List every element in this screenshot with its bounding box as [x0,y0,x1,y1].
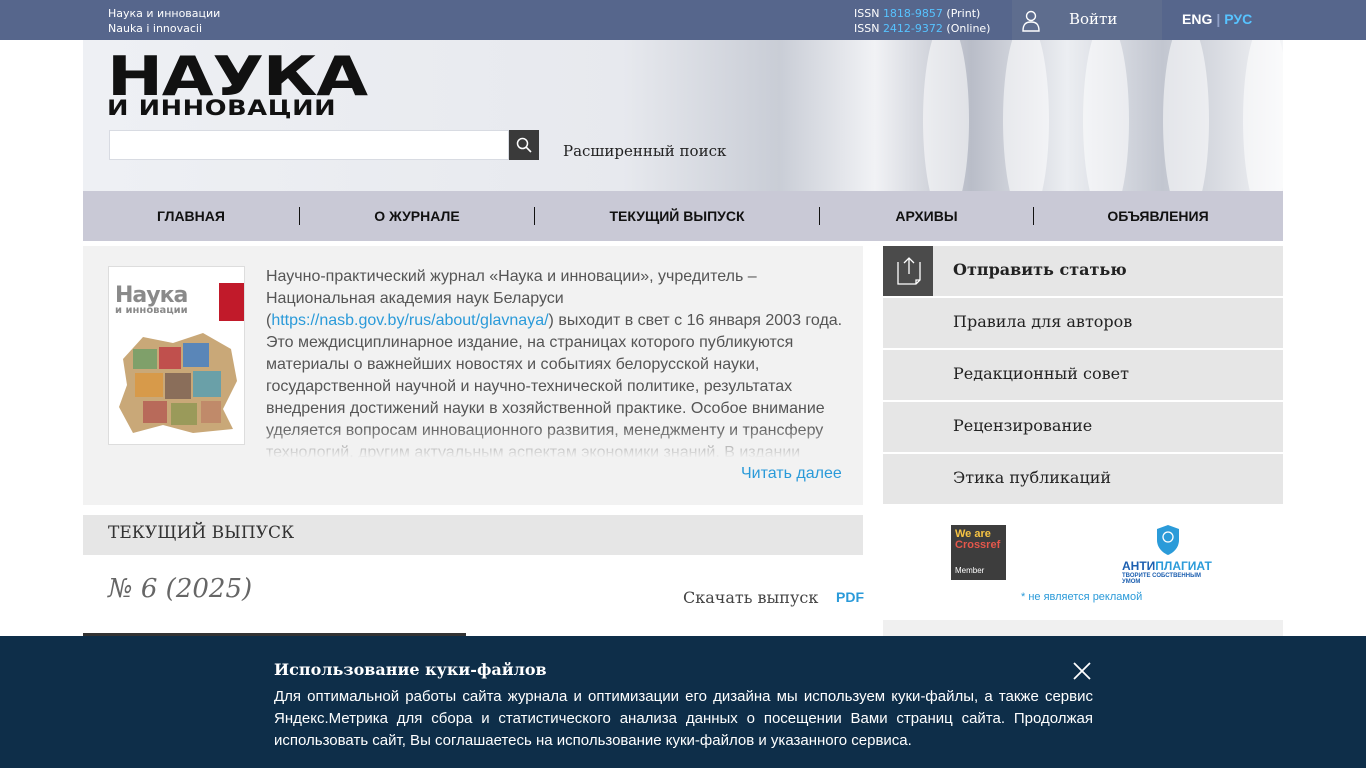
sidebar-item-label: Правила для авторов [953,312,1133,331]
current-issue-heading: ТЕКУЩИЙ ВЫПУСК [108,523,295,543]
antiplagiat-name-part1: АНТИ [1122,559,1156,573]
login-button[interactable]: Войти [1012,0,1162,40]
search-input[interactable] [109,130,509,160]
read-more-link[interactable]: Читать далее [741,465,842,483]
site-logo[interactable]: НАУКА И ИННОВАЦИИ [107,50,368,119]
journal-name-ru: Наука и инновации [108,7,221,20]
antiplagiat-name-part2: ПЛАГИАТ [1155,559,1212,573]
cover-map-illustration [119,333,237,433]
main-nav: ГЛАВНАЯ О ЖУРНАЛЕ ТЕКУЩИЙ ВЫПУСК АРХИВЫ … [83,191,1283,241]
login-label: Войти [1069,10,1118,28]
user-icon [1022,10,1040,32]
issn-print-type: (Print) [946,7,981,20]
lang-separator: | [1216,11,1221,27]
search-icon [516,137,532,153]
close-icon[interactable] [1071,660,1093,682]
sidebar-item-publication-ethics[interactable]: Этика публикаций [883,454,1283,504]
antiplagiat-name: АНТИПЛАГИАТ [1122,559,1212,573]
crossref-member-badge[interactable]: We are Crossref Member [951,525,1006,580]
issn-online-link[interactable]: 2412-9372 [883,22,943,35]
sidebar-item-label: Отправить статью [953,260,1127,279]
logo-title: НАУКА [107,45,368,108]
not-advertising-note: * не является рекламой [1021,591,1143,603]
issn-online-label: ISSN [854,22,880,35]
advanced-search-link[interactable]: Расширенный поиск [563,142,726,160]
logo-subtitle: И ИННОВАЦИИ [107,96,337,120]
sidebar-item-author-guidelines[interactable]: Правила для авторов [883,298,1283,348]
cover-subtitle: и инновации [115,305,188,316]
lang-eng-link[interactable]: ENG [1182,11,1212,27]
sidebar-item-peer-review[interactable]: Рецензирование [883,402,1283,452]
sidebar-item-submit-article[interactable]: Отправить статью [883,246,1283,296]
nav-item-announcements[interactable]: ОБЪЯВЛЕНИЯ [1034,208,1282,224]
upload-icon-box [883,246,933,296]
current-issue-header: ТЕКУЩИЙ ВЫПУСК [83,515,863,555]
crossref-line2: Crossref [955,539,1001,551]
antiplagiat-slogan: ТВОРИТЕ СОБСТВЕННЫМ УМОМ [1122,573,1201,585]
cookie-text: Для оптимальной работы сайта журнала и о… [274,688,1093,749]
search-button[interactable] [509,130,539,160]
top-bar: Наука и инновации Nauka i innovacii ISSN… [0,0,1366,40]
header-wave-decoration [1003,40,1049,191]
shield-icon [1157,525,1179,555]
journal-cover-image[interactable]: Наука и инновации [108,266,245,445]
cover-issue-badge [219,283,244,321]
cookie-title: Использование куки-файлов [274,660,547,679]
about-journal-section: Наука и инновации Научно-практический жу… [83,246,863,505]
antiplagiat-badge[interactable]: АНТИПЛАГИАТ ТВОРИТЕ СОБСТВЕННЫМ УМОМ [1118,524,1218,585]
header-wave-decoration [1243,40,1283,191]
sidebar-item-label: Редакционный совет [953,364,1129,383]
download-issue-label: Скачать выпуск [683,588,819,607]
issn-block: ISSN 1818-9857 (Print) ISSN 2412-9372 (O… [854,6,990,36]
upload-icon [897,257,921,285]
text-fade-overlay [266,426,846,458]
header-wave-decoration [923,40,969,191]
nav-item-about[interactable]: О ЖУРНАЛЕ [300,208,534,224]
issn-print-label: ISSN [854,7,880,20]
download-pdf-link[interactable]: PDF [836,589,864,605]
lang-rus-link[interactable]: РУС [1224,11,1252,27]
language-switcher: ENG | РУС [1182,11,1252,27]
sidebar-item-label: Этика публикаций [953,468,1112,487]
cookie-banner: Использование куки-файлов Для оптимально… [0,636,1366,768]
journal-names: Наука и инновации Nauka i innovacii [108,6,220,36]
crossref-member-label: Member [955,566,985,575]
site-header: НАУКА И ИННОВАЦИИ Расширенный поиск [83,40,1283,191]
journal-name-by: Nauka i innovacii [108,22,203,35]
nav-item-current-issue[interactable]: ТЕКУЩИЙ ВЫПУСК [535,208,819,224]
header-wave-decoration [1083,40,1129,191]
nasb-link[interactable]: https://nasb.gov.by/rus/about/glavnaya/ [271,312,548,329]
header-wave-decoration [1163,40,1209,191]
issn-print-link[interactable]: 1818-9857 [883,7,943,20]
issn-online-type: (Online) [946,22,991,35]
nav-item-archives[interactable]: АРХИВЫ [820,208,1033,224]
sidebar-item-editorial-board[interactable]: Редакционный совет [883,350,1283,400]
issue-number: № 6 (2025) [108,574,253,604]
sidebar-item-label: Рецензирование [953,416,1093,435]
crossref-text: We are Crossref [955,529,1000,551]
nav-item-home[interactable]: ГЛАВНАЯ [83,208,299,224]
